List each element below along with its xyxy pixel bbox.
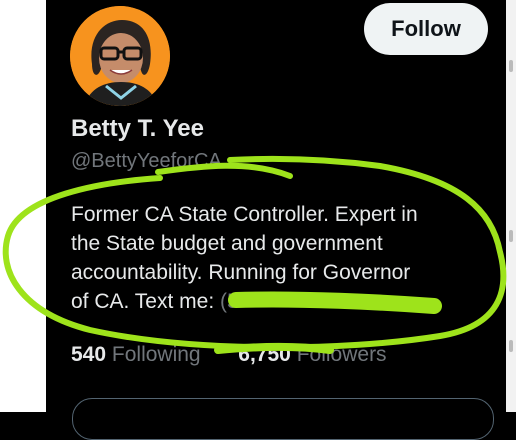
left-panel-edge (0, 0, 46, 412)
bio-text: of CA. Text me: (71, 290, 215, 313)
scrollbar-tick (509, 340, 513, 352)
profile-action-pill[interactable] (72, 398, 494, 440)
bio-line: Former CA State Controller. Expert in (71, 203, 418, 226)
follow-button[interactable]: Follow (364, 3, 488, 55)
bio-line: the State budget and government (71, 232, 383, 255)
display-name: Betty T. Yee (71, 115, 204, 142)
following-label: Following (111, 343, 201, 366)
followers-label: Followers (296, 343, 387, 366)
scrollbar-tick (509, 60, 513, 72)
profile-photo (70, 6, 170, 106)
followers-count: 6,750 (238, 343, 291, 366)
following-stat[interactable]: 540 Following (71, 343, 206, 366)
bio-line: accountability. Running for Governor (71, 261, 411, 284)
following-count: 540 (71, 343, 107, 366)
follow-stats: 540 Following 6,750 Followers (71, 343, 387, 367)
avatar[interactable] (70, 6, 170, 106)
profile-bio: Former CA State Controller. Expert in th… (71, 200, 491, 316)
scrollbar-tick (509, 230, 513, 242)
followers-stat[interactable]: 6,750 Followers (238, 343, 386, 366)
scrollbar[interactable] (506, 0, 516, 412)
user-handle[interactable]: @BettyYeeforCA (71, 150, 222, 173)
phone-number-redacted: (5 (220, 290, 239, 313)
bio-line: of CA. Text me: (5 (71, 287, 491, 316)
